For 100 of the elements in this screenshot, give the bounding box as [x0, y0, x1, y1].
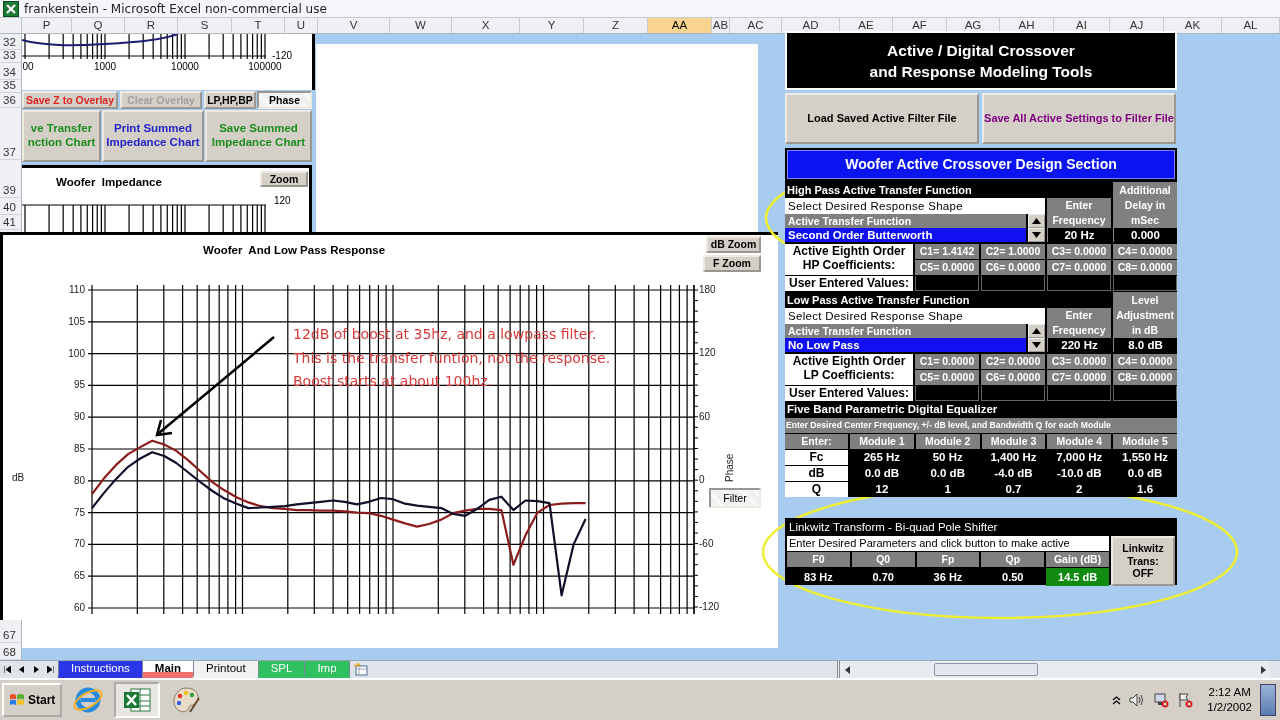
- value-cell[interactable]: 50 Hz: [915, 450, 980, 465]
- input-field[interactable]: [1113, 276, 1177, 291]
- row-header[interactable]: 35: [0, 80, 21, 93]
- row-header[interactable]: 32: [0, 34, 21, 50]
- chart-button[interactable]: Print Summed Impedance Chart: [102, 110, 204, 162]
- filter-button[interactable]: Filter: [709, 488, 761, 508]
- column-header[interactable]: Y: [520, 18, 584, 33]
- column-header[interactable]: P: [22, 18, 72, 33]
- value-cell[interactable]: 14.5 dB: [1046, 568, 1109, 586]
- input-field[interactable]: [915, 386, 979, 401]
- coefficient-cell: C1= 0.0000: [915, 354, 979, 369]
- axis-tick-label: 00: [22, 61, 34, 72]
- value-cell[interactable]: 0.7: [981, 482, 1046, 497]
- column-header[interactable]: T: [232, 18, 285, 33]
- value-cell[interactable]: 1.6: [1113, 482, 1177, 497]
- sheet-tab[interactable]: Main: [141, 661, 194, 678]
- network-error-icon[interactable]: [1153, 692, 1170, 708]
- triangle-down-icon: [1032, 342, 1041, 348]
- value-cell[interactable]: 83 Hz: [787, 568, 850, 586]
- chart-button[interactable]: Phase: [257, 91, 312, 109]
- row-header[interactable]: 33: [0, 50, 21, 63]
- value-cell[interactable]: 12: [850, 482, 914, 497]
- column-header[interactable]: V: [318, 18, 390, 33]
- file-button[interactable]: Save All Active Settings to Filter File: [982, 93, 1176, 144]
- input-field[interactable]: [981, 386, 1045, 401]
- value-cell[interactable]: 265 Hz: [850, 450, 914, 465]
- row-label: User Entered Values:: [785, 386, 913, 401]
- triangle-down-icon: [1032, 232, 1041, 238]
- value-cell[interactable]: 36 Hz: [916, 568, 980, 586]
- column-header[interactable]: S: [178, 18, 232, 33]
- start-button[interactable]: Start: [2, 683, 63, 717]
- sheet-tab[interactable]: Printout: [193, 661, 259, 678]
- value-cell[interactable]: 0.0 dB: [915, 466, 980, 481]
- coefficient-cell: C5= 0.0000: [915, 260, 979, 275]
- column-header[interactable]: AB: [712, 18, 730, 33]
- speaker-icon[interactable]: [1129, 693, 1146, 707]
- input-field[interactable]: [981, 276, 1045, 291]
- scroll-up-button[interactable]: [1028, 324, 1045, 338]
- column-header[interactable]: AA: [648, 18, 712, 33]
- triangle-up-icon: [1032, 328, 1041, 334]
- scroll-down-button[interactable]: [1028, 338, 1045, 352]
- coefficient-cell: C4= 0.0000: [1113, 244, 1177, 259]
- zoom-button[interactable]: dB Zoom: [706, 236, 761, 253]
- value-cell[interactable]: -10.0 dB: [1047, 466, 1112, 481]
- value-cell[interactable]: 7,000 Hz: [1047, 450, 1112, 465]
- taskbar-button[interactable]: [114, 682, 161, 718]
- column-header[interactable]: W: [390, 18, 452, 33]
- row-header[interactable]: 36: [0, 93, 21, 108]
- zoom-button[interactable]: Zoom: [260, 171, 308, 187]
- value-cell[interactable]: 1,550 Hz: [1113, 450, 1177, 465]
- zoom-button[interactable]: F Zoom: [703, 255, 761, 272]
- input-field[interactable]: [1047, 276, 1111, 291]
- scroll-down-button[interactable]: [1028, 228, 1045, 242]
- chevron-up-icon[interactable]: [1112, 695, 1122, 705]
- column-header[interactable]: AL: [1222, 18, 1280, 33]
- column-header: Level Adjustment in dB: [1113, 292, 1177, 338]
- row-header[interactable]: 67: [0, 626, 21, 643]
- list-item[interactable]: Second Order Butterworth: [785, 228, 1026, 242]
- input-field[interactable]: [1113, 386, 1177, 401]
- flag-error-icon[interactable]: [1177, 692, 1194, 708]
- list-header: Active Transfer Function: [785, 324, 1026, 338]
- value-cell[interactable]: 0.000: [1113, 228, 1177, 242]
- value-cell[interactable]: 0.0 dB: [1113, 466, 1177, 481]
- axis-tick-label: 90: [73, 411, 85, 423]
- row-header[interactable]: 34: [0, 63, 21, 80]
- row-header[interactable]: 37: [0, 108, 21, 160]
- column-header[interactable]: Q: [72, 18, 125, 33]
- value-cell[interactable]: 0.50: [981, 568, 1045, 586]
- column-header[interactable]: R: [125, 18, 178, 33]
- value-cell[interactable]: 0.0 dB: [850, 466, 914, 481]
- column-header[interactable]: X: [452, 18, 520, 33]
- scroll-up-button[interactable]: [1028, 214, 1045, 228]
- row-header[interactable]: 41: [0, 215, 21, 230]
- chart-button[interactable]: LP,HP,BP: [204, 91, 256, 109]
- value-cell[interactable]: 2: [1047, 482, 1112, 497]
- value-cell[interactable]: 8.0 dB: [1113, 338, 1177, 352]
- value-cell[interactable]: 220 Hz: [1047, 338, 1111, 352]
- axis-tick-label: 1000: [93, 61, 117, 72]
- row-header[interactable]: 40: [0, 198, 21, 215]
- sheet-tab[interactable]: Instructions: [58, 661, 143, 678]
- file-button[interactable]: Load Saved Active Filter File: [785, 93, 979, 144]
- value-cell[interactable]: 1,400 Hz: [981, 450, 1046, 465]
- input-field[interactable]: [1047, 386, 1111, 401]
- clock-date[interactable]: 1/2/2002: [1207, 700, 1252, 715]
- column-header[interactable]: AC: [730, 18, 782, 33]
- value-cell[interactable]: 0.70: [851, 568, 915, 586]
- column-header[interactable]: U: [285, 18, 318, 33]
- value-cell[interactable]: 1: [915, 482, 980, 497]
- axis-tick-label: -60: [699, 537, 714, 549]
- horizontal-scrollbar[interactable]: [837, 661, 1270, 678]
- value-cell[interactable]: -4.0 dB: [981, 466, 1046, 481]
- coefficient-cell: C8= 0.0000: [1113, 370, 1177, 385]
- clock-time[interactable]: 2:12 AM: [1208, 685, 1251, 700]
- input-field[interactable]: [915, 276, 979, 291]
- scrollbar-thumb[interactable]: [934, 663, 1038, 676]
- list-item[interactable]: No Low Pass: [785, 338, 1026, 352]
- show-desktop-button[interactable]: [1260, 684, 1276, 716]
- row-header[interactable]: 39: [0, 168, 21, 198]
- value-cell[interactable]: 20 Hz: [1047, 228, 1111, 242]
- linkwitz-button[interactable]: Linkwitz Trans: OFF: [1111, 536, 1175, 586]
